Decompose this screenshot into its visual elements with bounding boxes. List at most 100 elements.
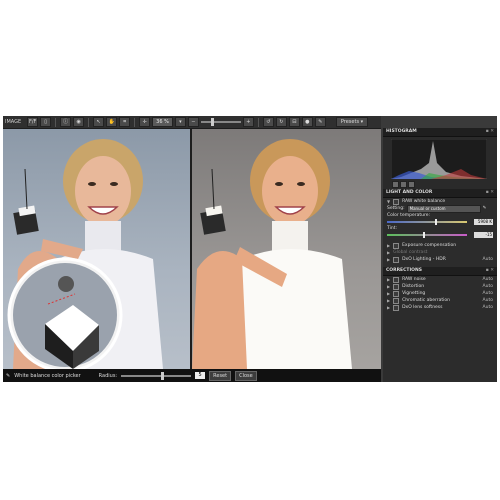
histogram-header[interactable]: HISTOGRAM ▪ ✕ <box>383 128 497 137</box>
correction-label: Distortion <box>402 284 425 289</box>
exposure-label: Exposure compensation <box>402 243 457 248</box>
exposure-checkbox[interactable] <box>393 242 400 249</box>
fit-icon[interactable]: ✛ <box>139 117 151 127</box>
histogram-mode-icon[interactable] <box>408 181 415 188</box>
photo-editor-window: IMAGE F/F ▯ ⓘ ◉ ↖ ✋ ⌗ ✛ 36 % ▾ − + ↺ ↻ ⊟… <box>3 116 497 382</box>
light-and-color-header[interactable]: LIGHT AND COLOR ▪ ✕ <box>383 189 497 198</box>
setting-label: Setting: <box>387 206 405 211</box>
zoom-in-icon[interactable]: + <box>242 117 254 127</box>
eyedropper-icon[interactable]: ✎ <box>483 205 487 212</box>
histogram-clip-icon[interactable] <box>400 181 407 188</box>
hand-icon[interactable]: ✋ <box>106 117 118 127</box>
expand-triangle-icon[interactable]: ▶ <box>387 297 390 304</box>
histogram-title: HISTOGRAM <box>386 129 417 134</box>
zoom-dropdown-icon[interactable]: ▾ <box>174 117 186 127</box>
expand-triangle-icon[interactable]: ▶ <box>387 249 390 256</box>
rotate-right-icon[interactable]: ↻ <box>275 117 287 127</box>
before-image[interactable] <box>3 129 190 369</box>
correction-item[interactable]: ▶ DxO lens softness Auto <box>383 304 497 311</box>
toolbar-separator <box>88 117 90 127</box>
correction-checkbox[interactable] <box>393 283 400 290</box>
correction-checkbox[interactable] <box>393 276 400 283</box>
radius-value-field[interactable]: 5 <box>195 372 206 379</box>
tint-value[interactable]: -15 <box>474 232 493 238</box>
right-panel: HISTOGRAM ▪ ✕ LIGHT AND COLOR ▪ ✕ ▼ RAW … <box>383 128 497 382</box>
correction-item[interactable]: ▶ Vignetting Auto <box>383 290 497 297</box>
radius-label: Radius: <box>98 372 118 379</box>
tint-label: Tint: <box>387 226 397 231</box>
auto-badge: Auto <box>482 277 493 282</box>
after-image[interactable] <box>192 129 381 369</box>
correction-item[interactable]: ▶ Distortion Auto <box>383 283 497 290</box>
pointer-icon[interactable]: ↖ <box>93 117 105 127</box>
tint-slider-row: -15 <box>387 232 493 238</box>
tool-label: White balance color picker <box>14 372 81 379</box>
toolbar-separator <box>55 117 57 127</box>
correction-item[interactable]: ▶ Chromatic aberration Auto <box>383 297 497 304</box>
radius-slider-knob[interactable] <box>161 371 165 380</box>
toolbar-separator <box>257 117 259 127</box>
light-and-color-title: LIGHT AND COLOR <box>386 190 433 195</box>
histogram-graph <box>391 139 487 179</box>
exposure-compensation-row[interactable]: ▶ Exposure compensation <box>383 242 497 249</box>
zoom-out-icon[interactable]: − <box>187 117 199 127</box>
panel-controls-icon[interactable]: ▪ ✕ <box>486 189 497 197</box>
color-temperature-label-row: Color temperature: <box>383 212 497 219</box>
correction-label: Vignetting <box>402 291 426 296</box>
dxo-lighting-row[interactable]: ▶ DxO Lighting - HDR Auto <box>383 256 497 263</box>
expand-triangle-icon[interactable]: ▶ <box>387 242 390 249</box>
reset-button[interactable]: Reset <box>209 370 232 381</box>
eye-icon[interactable]: ◉ <box>73 117 85 127</box>
auto-badge: Auto <box>482 298 493 303</box>
radius-slider[interactable] <box>121 371 192 380</box>
histogram <box>383 137 497 189</box>
correction-item[interactable]: ▶ RAW noise Auto <box>383 276 497 283</box>
auto-badge: Auto <box>482 284 493 289</box>
dxo-lighting-checkbox[interactable] <box>393 256 400 263</box>
tint-knob[interactable] <box>423 232 425 238</box>
correction-checkbox[interactable] <box>393 290 400 297</box>
color-picker-icon[interactable]: ✎ <box>314 117 326 127</box>
expand-triangle-icon[interactable]: ▶ <box>387 304 390 311</box>
auto-badge: Auto <box>482 305 493 310</box>
raw-white-balance-checkbox[interactable] <box>393 198 400 205</box>
corrections-header[interactable]: CORRECTIONS ▪ ✕ <box>383 267 497 276</box>
red-eye-icon[interactable]: ● <box>301 117 313 127</box>
correction-checkbox[interactable] <box>393 297 400 304</box>
compare-mode-button[interactable]: F/F <box>27 117 39 127</box>
presets-button[interactable]: Presets ▾ <box>335 117 369 127</box>
color-temperature-slider[interactable] <box>387 221 467 223</box>
zoom-slider[interactable] <box>200 118 241 126</box>
correction-checkbox[interactable] <box>393 304 400 311</box>
expand-triangle-icon[interactable]: ▶ <box>387 290 390 297</box>
correction-label: Chromatic aberration <box>402 298 451 303</box>
straighten-icon[interactable]: ⊟ <box>288 117 300 127</box>
info-icon[interactable]: ⓘ <box>60 117 72 127</box>
histogram-icons <box>392 181 415 188</box>
after-photo-drawing <box>192 139 352 369</box>
close-button[interactable]: Close <box>235 370 257 381</box>
histogram-channel-icon[interactable] <box>392 181 399 188</box>
global-contrast-label: Global contrast <box>393 250 428 255</box>
zoom-field[interactable]: 36 % <box>152 117 173 127</box>
split-view-icon[interactable]: ▯ <box>40 117 52 127</box>
crop-icon[interactable]: ⌗ <box>119 117 131 127</box>
toolbar-separator <box>134 117 136 127</box>
expand-triangle-icon[interactable]: ▶ <box>387 276 390 283</box>
tint-slider[interactable] <box>387 234 467 236</box>
before-photo-drawing <box>7 139 163 369</box>
expand-triangle-icon[interactable]: ▶ <box>387 256 390 263</box>
rotate-left-icon[interactable]: ↺ <box>262 117 274 127</box>
auto-badge: Auto <box>482 291 493 296</box>
toolbar: IMAGE F/F ▯ ⓘ ◉ ↖ ✋ ⌗ ✛ 36 % ▾ − + ↺ ↻ ⊟… <box>3 116 381 129</box>
color-picker-tool-icon: ✎ <box>6 372 11 379</box>
expand-triangle-icon[interactable]: ▶ <box>387 283 390 290</box>
toolbar-title: IMAGE <box>5 119 22 125</box>
panel-controls-icon[interactable]: ▪ ✕ <box>486 128 497 136</box>
panel-controls-icon[interactable]: ▪ ✕ <box>486 267 497 275</box>
zoom-slider-knob[interactable] <box>210 118 214 126</box>
collapse-triangle-icon[interactable]: ▼ <box>387 198 390 205</box>
global-contrast-row[interactable]: ▶ Global contrast <box>383 249 497 256</box>
corrections-title: CORRECTIONS <box>386 268 423 273</box>
tool-options-bar: ✎ White balance color picker Radius: 5 R… <box>3 369 381 382</box>
